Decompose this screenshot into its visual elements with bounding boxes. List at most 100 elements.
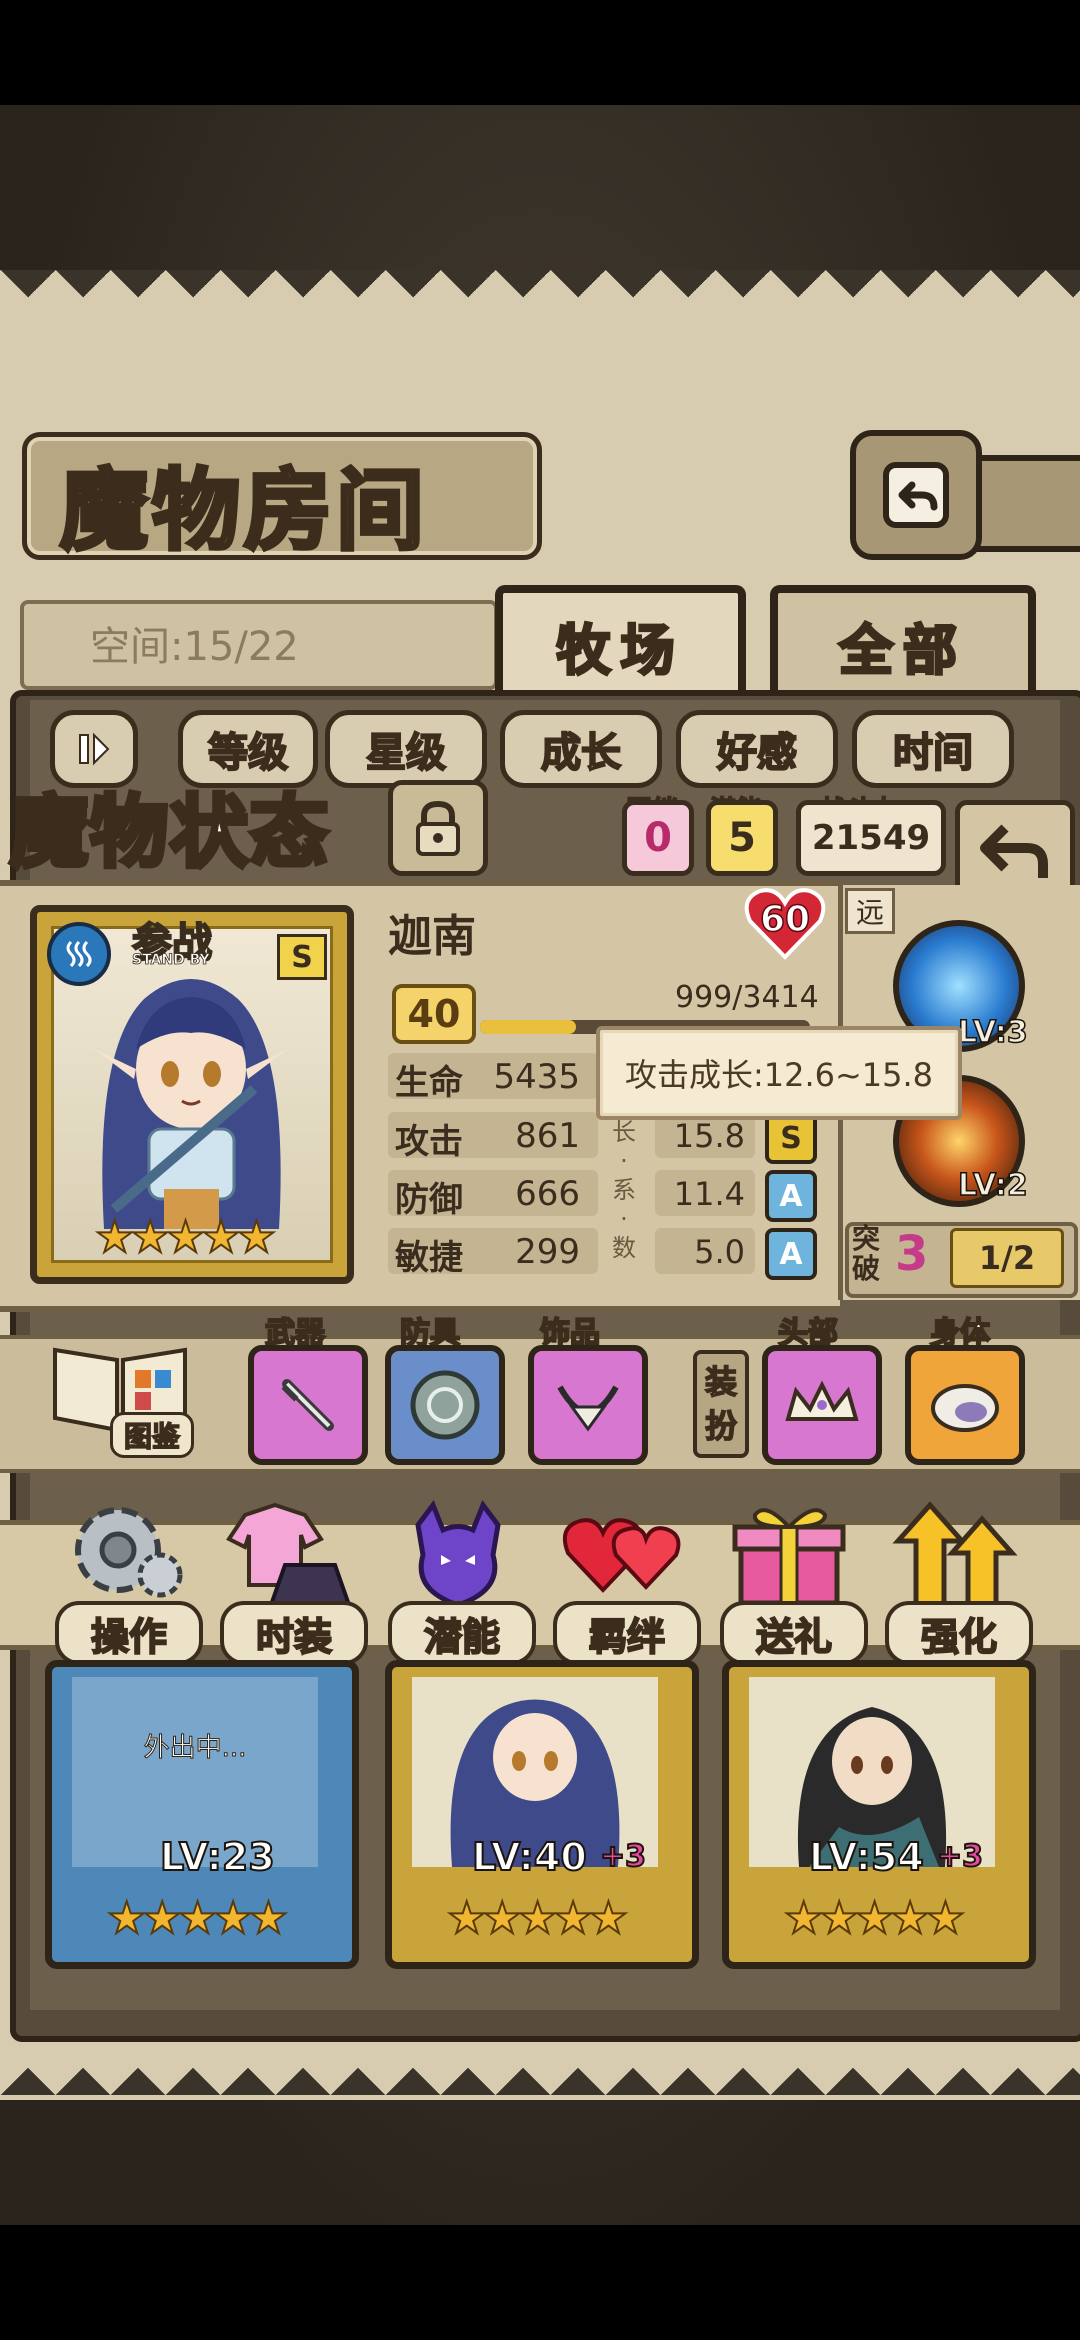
growth-char-5: 数 [612,1234,636,1262]
operate-label: 操作 [55,1601,203,1665]
growth-value-agi: 5.0 [694,1233,745,1271]
stat-value-def: 666 [515,1174,580,1214]
demon-icon [415,1499,501,1608]
tiara-icon [785,1380,859,1421]
potential-action-label: 潜能 [388,1601,536,1665]
breakthrough-label-2: 破 [852,1252,881,1285]
sort-growth-button[interactable]: 成长 [500,710,662,788]
fashion-label: 时装 [220,1601,368,1665]
panel-top-edge [0,270,1080,325]
stat-label-atk: 攻击 [395,1122,463,1162]
back-arrow-icon [980,824,1048,878]
potential-button[interactable]: 潜能 [388,1495,536,1665]
accessory-slot[interactable] [528,1345,648,1465]
stat-label-hp: 生命 [395,1063,463,1103]
sword-icon [281,1379,334,1431]
monster-card-2[interactable]: LV:40 +3 ★★★★★ [385,1660,699,1969]
space-count: 空间:15/22 [90,624,299,670]
armor-slot[interactable] [385,1345,505,1465]
bond-value: 0 [622,800,694,876]
shield-icon [410,1370,480,1440]
growth-char-4: · [620,1205,628,1233]
xp-bar-fill [480,1020,576,1034]
rank-number: 60 [759,898,811,941]
range-tag: 远 [845,888,895,934]
growth-value-def: 11.4 [673,1175,745,1213]
monster-level: 40 [392,984,476,1044]
breakthrough-progress: 1/2 [950,1228,1064,1288]
lock-icon [416,800,460,856]
stat-label-def: 防御 [395,1180,463,1220]
standby-sub: STAND BY [132,952,210,969]
close-button[interactable] [850,430,982,560]
outfit-icon [226,1502,352,1607]
stat-value-atk: 861 [515,1116,580,1156]
gift-label: 送礼 [720,1601,868,1665]
monster-portrait-card[interactable]: 参战 STAND BY S ★★★★★ [30,905,354,1284]
head-slot[interactable] [762,1345,882,1465]
monster-card-3[interactable]: LV:54 +3 ★★★★★ [722,1660,1036,1969]
sort-toggle-icon [79,732,110,766]
breakthrough-count: 3 [895,1226,929,1282]
growth-char-3: 系 [612,1176,636,1204]
monster-card-2-level: LV:40 [471,1834,588,1880]
monster-card-3-level: LV:54 [808,1834,925,1880]
combat-power-value: 21549 [796,800,946,876]
monster-card-1-status: 外出中... [143,1733,247,1764]
stat-label-agi: 敏捷 [395,1238,463,1278]
growth-coefficient-label: 长 · 系 · 数 [612,1118,636,1263]
monster-card-1[interactable]: 外出中... LV:23 ★★★★★ [45,1660,359,1969]
gift-button[interactable]: 送礼 [720,1495,868,1665]
monster-card-1-stars: ★★★★★ [106,1892,289,1945]
fashion-button[interactable]: 时装 [220,1495,368,1665]
sort-affection-button[interactable]: 好感 [676,710,838,788]
monster-card-3-stars: ★★★★★ [783,1892,966,1945]
enhance-label: 强化 [885,1601,1033,1665]
monster-status-title: 魔物状态 [7,785,331,881]
monster-card-2-stars: ★★★★★ [446,1892,629,1945]
weapon-slot[interactable] [248,1345,368,1465]
lock-button[interactable] [388,780,488,876]
breakthrough-label: 突 破 [852,1224,880,1284]
gear-icon [75,1507,183,1598]
tab-pasture[interactable]: 牧场 [495,585,746,698]
return-icon [883,462,949,528]
panel-bottom-edge [0,2040,1080,2100]
potential-value: 5 [706,800,778,876]
water-element-icon [47,922,111,986]
growth-grade-def: A [765,1170,817,1222]
enhance-button[interactable]: 强化 [885,1495,1033,1665]
upgrade-arrows-icon [892,1501,1018,1608]
page-title: 魔物房间 [58,456,429,564]
growth-char-2: · [620,1147,628,1175]
growth-char-1: 长 [612,1118,636,1146]
skill-1-level: LV:3 [957,1014,1028,1051]
body-slot[interactable] [905,1345,1025,1465]
growth-grade-agi: A [765,1228,817,1280]
monster-card-2-plus: +3 [599,1838,647,1875]
monster-name: 迦南 [388,911,476,962]
gift-icon [732,1508,846,1606]
back-button-rail [970,455,1080,552]
stat-value-agi: 299 [515,1232,580,1272]
rarity-grade: S [277,934,327,980]
monster-card-3-plus: +3 [936,1838,984,1875]
dress-up-char-2: 扮 [704,1406,738,1446]
growth-value-atk: 15.8 [673,1117,745,1155]
monster-card-1-level: LV:23 [159,1834,276,1880]
xp-text: 999/3414 [675,980,819,1015]
codex-button[interactable]: 图鉴 [45,1330,195,1460]
sort-star-button[interactable]: 星级 [325,710,487,788]
stat-value-hp: 5435 [493,1057,580,1097]
necklace-icon [557,1385,619,1432]
dress-up-label: 装 扮 [693,1350,749,1458]
cloak-icon [931,1384,999,1432]
breakthrough-label-1: 突 [852,1222,881,1255]
sort-time-button[interactable]: 时间 [852,710,1014,788]
bond-button[interactable]: 羁绊 [553,1495,701,1665]
tab-all[interactable]: 全部 [770,585,1036,698]
portrait-stars: ★★★★★ [94,1211,277,1264]
operate-button[interactable]: 操作 [55,1495,203,1665]
codex-label: 图鉴 [110,1412,194,1458]
bond-action-label: 羁绊 [553,1601,701,1665]
